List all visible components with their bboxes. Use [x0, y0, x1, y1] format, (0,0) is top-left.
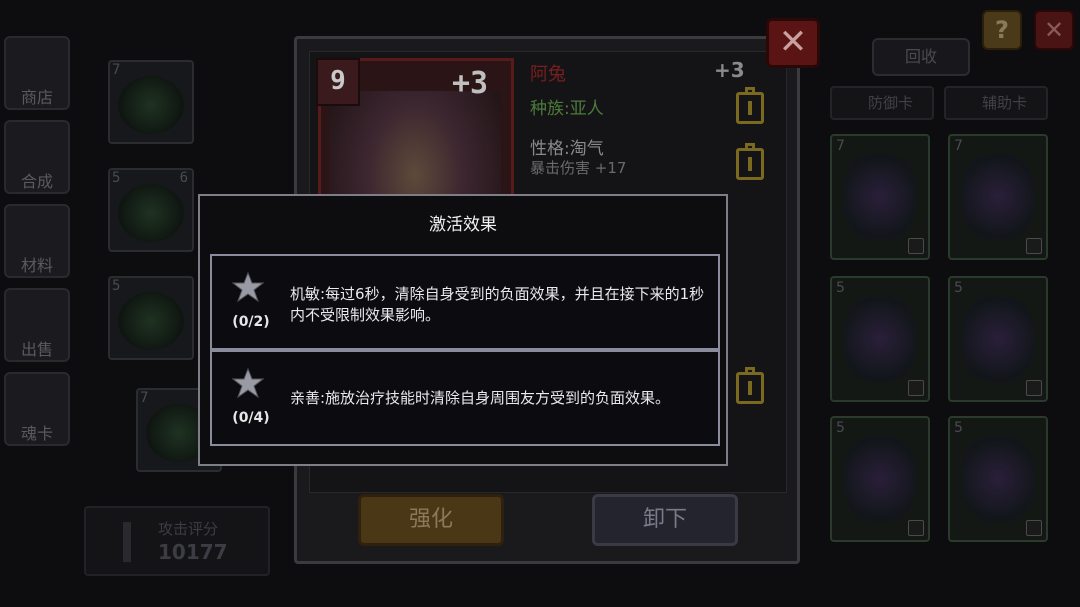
card-art: [962, 154, 1034, 240]
side-tab-materials[interactable]: 材料: [4, 204, 70, 278]
hero-trait: 性格:淘气: [530, 139, 604, 159]
effect-description: 亲善:施放治疗技能时清除自身周围友方受到的负面效果。: [290, 389, 671, 407]
help-button[interactable]: ?: [982, 10, 1022, 50]
inventory-card[interactable]: 7: [830, 134, 930, 260]
card-level: 7: [836, 138, 845, 154]
clipboard-icon[interactable]: [736, 143, 764, 180]
card-level: 5: [112, 278, 121, 294]
card-level: 7: [140, 390, 149, 406]
filter-tab-support[interactable]: 辅助卡: [944, 86, 1048, 120]
inventory-card[interactable]: 7: [108, 60, 194, 144]
hero-level: 9: [316, 58, 360, 106]
hero-plus-badge: +3: [452, 66, 489, 101]
card-art: [962, 436, 1034, 522]
card-art: [844, 436, 916, 522]
side-tab-soul-card[interactable]: 魂卡: [4, 372, 70, 446]
activation-effects-modal: 激活效果 (0/2) 机敏:每过6秒，清除自身受到的负面效果，并且在接下来的1秒…: [198, 194, 728, 466]
hero-name: 阿兔: [530, 64, 566, 85]
card-art: [962, 296, 1034, 382]
side-tab-synthesis[interactable]: 合成: [4, 120, 70, 194]
card-level: 5: [836, 420, 845, 436]
side-tab-label: 魂卡: [20, 424, 53, 443]
score-value: 10177: [158, 540, 228, 564]
card-tag-icon: [1026, 238, 1042, 254]
clipboard-icon[interactable]: [736, 367, 764, 404]
modal-title: 激活效果: [429, 215, 497, 235]
star-icon: [232, 272, 264, 302]
screen-close-button[interactable]: ✕: [1034, 10, 1074, 50]
card-art: [118, 292, 184, 350]
card-tag-icon: [908, 380, 924, 396]
effect-row: (0/2) 机敏:每过6秒，清除自身受到的负面效果，并且在接下来的1秒内不受限制…: [210, 254, 720, 350]
sword-icon: [116, 522, 138, 562]
card-art: [118, 184, 184, 242]
hero-race: 种族:亚人: [530, 99, 604, 119]
score-label: 攻击评分: [158, 520, 219, 538]
card-level: 5: [954, 420, 963, 436]
effect-count: (0/4): [232, 410, 270, 426]
star-icon: [232, 368, 264, 398]
card-level: 7: [954, 138, 963, 154]
side-tab-shop[interactable]: 商店: [4, 36, 70, 110]
card-level: 7: [112, 62, 121, 78]
inventory-card[interactable]: 7: [948, 134, 1048, 260]
hero-enhance-level: +3: [714, 58, 745, 82]
card-art: [118, 76, 184, 134]
strengthen-button[interactable]: 强化: [358, 494, 504, 546]
inventory-card[interactable]: 5: [948, 416, 1048, 542]
hero-trait-value: 暴击伤害 +17: [530, 159, 627, 177]
side-tab-label: 商店: [20, 88, 53, 107]
filter-tab-defense[interactable]: 防御卡: [830, 86, 934, 120]
clipboard-icon[interactable]: [736, 87, 764, 124]
inventory-card[interactable]: 56: [108, 168, 194, 252]
card-art: [844, 154, 916, 240]
card-level: 5: [954, 280, 963, 296]
effect-row: (0/4) 亲善:施放治疗技能时清除自身周围友方受到的负面效果。: [210, 350, 720, 446]
detail-close-button[interactable]: ✕: [766, 18, 820, 68]
card-level: 5: [112, 170, 121, 186]
recycle-button[interactable]: 回收: [872, 38, 970, 76]
side-tab-label: 材料: [20, 256, 53, 275]
side-tab-label: 出售: [20, 340, 53, 359]
inventory-card[interactable]: 5: [948, 276, 1048, 402]
card-tag-icon: [908, 520, 924, 536]
side-tab-label: 合成: [20, 172, 53, 191]
card-tag-icon: [1026, 380, 1042, 396]
effect-count: (0/2): [232, 314, 270, 330]
inventory-card[interactable]: 5: [830, 416, 930, 542]
side-tab-sell[interactable]: 出售: [4, 288, 70, 362]
card-art: [844, 296, 916, 382]
unequip-button[interactable]: 卸下: [592, 494, 738, 546]
card-tag-icon: [1026, 520, 1042, 536]
card-tag-icon: [908, 238, 924, 254]
card-level: 5: [836, 280, 845, 296]
inventory-card[interactable]: 5: [108, 276, 194, 360]
inventory-card[interactable]: 5: [830, 276, 930, 402]
effect-description: 机敏:每过6秒，清除自身受到的负面效果，并且在接下来的1秒内不受限制效果影响。: [290, 285, 705, 324]
card-badge: 6: [179, 170, 188, 186]
